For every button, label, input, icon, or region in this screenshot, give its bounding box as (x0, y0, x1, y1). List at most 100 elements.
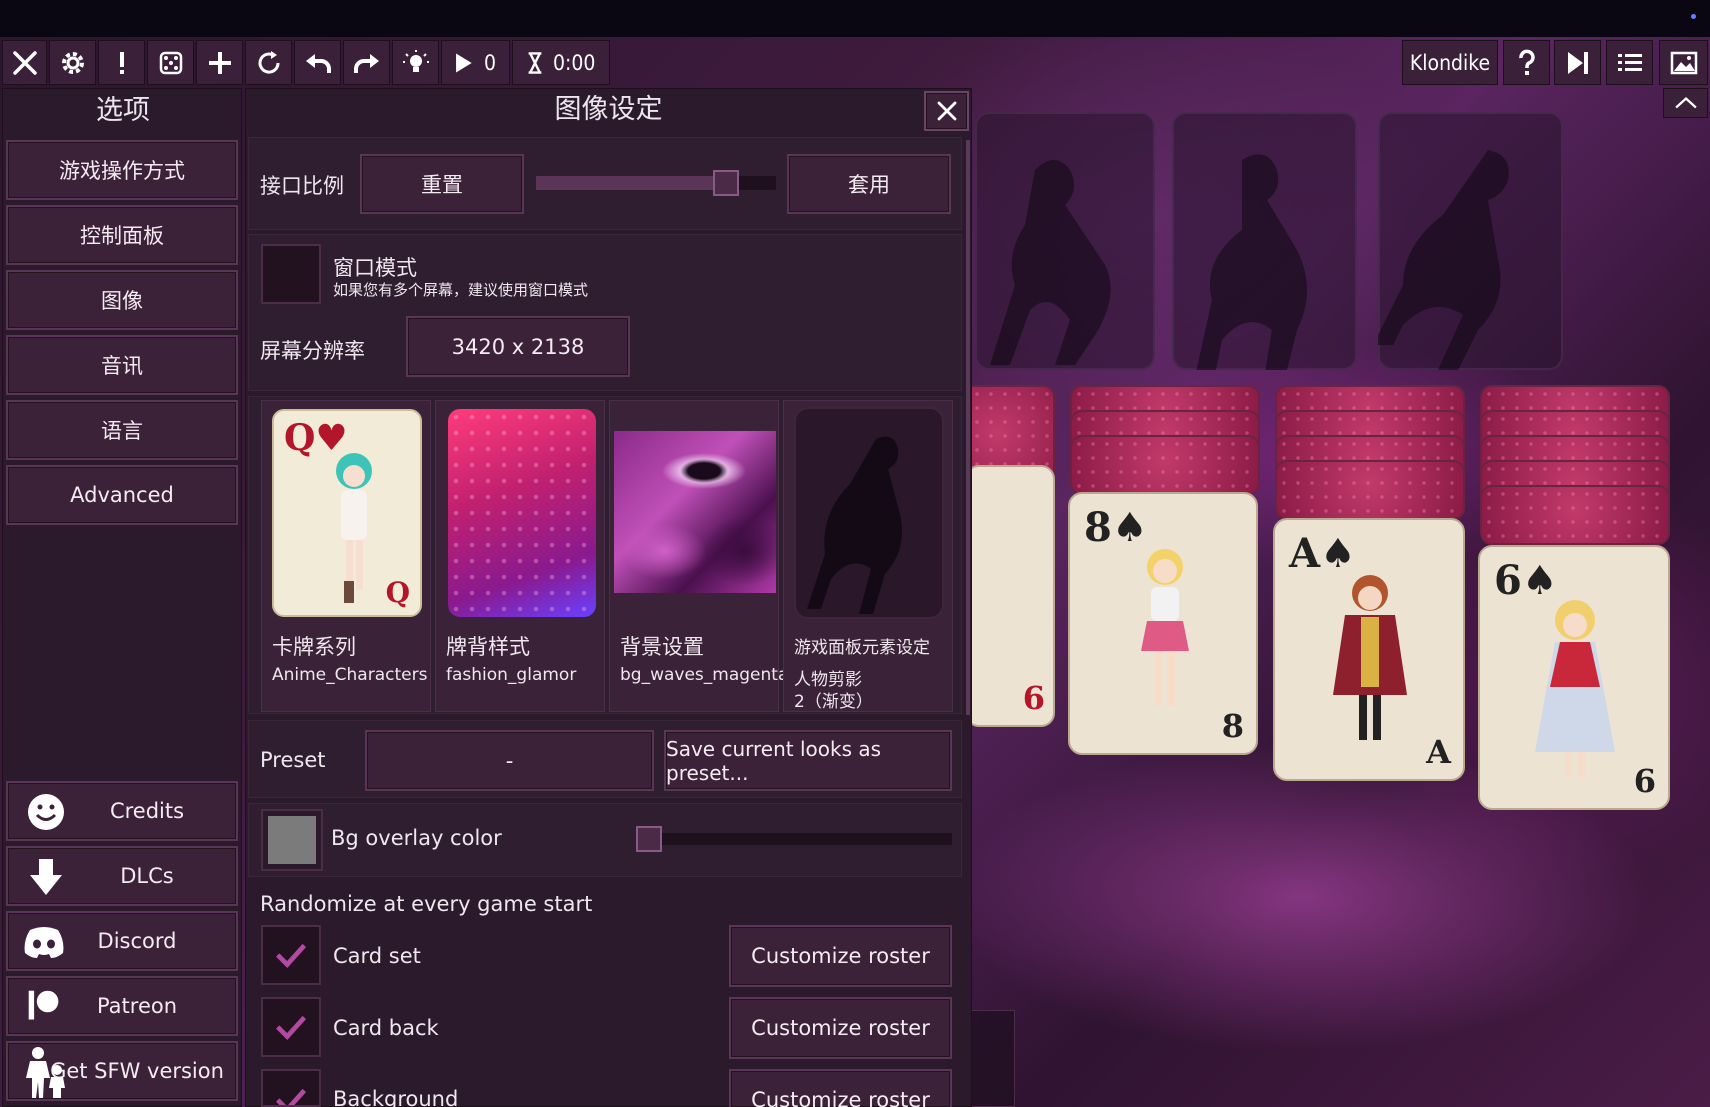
background-tile[interactable]: 背景设置 bg_waves_magenta (609, 400, 788, 712)
resolution-label: 屏幕分辨率 (260, 339, 365, 363)
dlcs-button[interactable]: DLCs (6, 846, 238, 906)
card-back (1070, 435, 1260, 495)
customize-roster-card-set-button[interactable]: Customize roster (729, 925, 952, 987)
preset-label: Preset (260, 748, 326, 772)
hourglass-icon (528, 51, 542, 74)
randomize-background-label: Background (333, 1087, 459, 1107)
screenshot-button[interactable] (1659, 40, 1708, 85)
customize-roster-background-button[interactable]: Customize roster (729, 1069, 952, 1107)
new-game-button[interactable] (196, 40, 243, 85)
save-preset-button[interactable]: Save current looks as preset... (664, 730, 952, 791)
sidebar-item-audio[interactable]: 音讯 (6, 335, 238, 395)
window-top-strip (0, 0, 1710, 37)
autocomplete-button[interactable] (1554, 40, 1601, 85)
playing-card[interactable]: A♠ A (1273, 518, 1465, 781)
hint-alert-button[interactable] (98, 40, 145, 85)
character-illustration-icon (336, 453, 372, 603)
apply-button[interactable]: 套用 (787, 154, 951, 214)
randomize-card-back-checkbox[interactable] (261, 997, 321, 1057)
close-panel-button[interactable] (924, 91, 969, 131)
card-rank-bottom: 8 (1221, 707, 1244, 745)
smiley-icon (28, 794, 64, 830)
get-sfw-version-button[interactable]: Get SFW version (6, 1041, 238, 1101)
discord-label: Discord (97, 929, 177, 953)
card-back-tile[interactable]: 牌背样式 fashion_glamor (435, 400, 605, 712)
move-count: 0 (484, 50, 497, 75)
card-rank-bottom: Q (385, 576, 410, 609)
plus-icon (208, 51, 231, 74)
game-selector-button[interactable]: Klondike (1402, 40, 1498, 85)
card-rank: 6 (1022, 679, 1045, 717)
question-icon (1518, 49, 1535, 75)
patreon-button[interactable]: Patreon (6, 976, 238, 1036)
card-set-tile[interactable]: Q♥ Q 卡牌系列 Anime_Characters (261, 400, 431, 712)
menu-button[interactable] (1606, 40, 1653, 85)
playing-card[interactable]: 6 (965, 465, 1055, 727)
randomize-card-set-label: Card set (333, 944, 421, 968)
close-game-button[interactable] (2, 40, 47, 85)
hint-button[interactable] (392, 40, 439, 85)
sidebar-item-language[interactable]: 语言 (6, 400, 238, 460)
customize-roster-card-back-button[interactable]: Customize roster (729, 997, 952, 1059)
bg-overlay-slider-handle[interactable] (636, 826, 662, 852)
ui-scale-slider-handle[interactable] (712, 170, 739, 196)
randomize-background-checkbox[interactable] (261, 1069, 321, 1107)
bg-overlay-slider[interactable] (636, 826, 952, 852)
card-set-title: 卡牌系列 (272, 635, 356, 659)
checkmark-icon (276, 943, 307, 968)
random-game-button[interactable] (147, 40, 194, 85)
restart-button[interactable] (245, 40, 292, 85)
sidebar-item-control-panel[interactable]: 控制面板 (6, 205, 238, 265)
settings-button[interactable] (49, 40, 96, 85)
sidebar-item-controls[interactable]: 游戏操作方式 (6, 140, 238, 200)
background-preview (614, 431, 776, 593)
status-dot (1691, 14, 1696, 19)
playing-card[interactable]: 6♠ 6 (1478, 545, 1670, 810)
reset-scale-button[interactable]: 重置 (360, 154, 524, 214)
resolution-dropdown[interactable]: 3420 x 2138 (406, 316, 630, 377)
credits-label: Credits (109, 799, 185, 823)
collapse-toolbar-button[interactable] (1663, 88, 1708, 118)
card-back-preview (448, 409, 596, 617)
redo-button[interactable] (343, 40, 390, 85)
board-elements-tile[interactable]: 游戏面板元素设定 人物剪影 2（渐变） (783, 400, 953, 712)
customize-roster-background-label: Customize roster (751, 1088, 930, 1107)
window-mode-label: 窗口模式 (333, 256, 417, 280)
background-title: 背景设置 (620, 635, 704, 659)
stock-area (965, 1010, 1015, 1107)
window-mode-checkbox[interactable] (261, 244, 321, 304)
credits-button[interactable]: Credits (6, 781, 238, 841)
sidebar-item-graphics[interactable]: 图像 (6, 270, 238, 330)
checkmark-icon (276, 1088, 307, 1105)
list-icon (1617, 53, 1642, 71)
bg-overlay-color-swatch[interactable] (261, 809, 323, 871)
card-back (1275, 460, 1465, 520)
card-rank-bottom: A (1426, 733, 1451, 771)
panel-scrollbar[interactable] (966, 140, 970, 715)
discord-button[interactable]: Discord (6, 911, 238, 971)
sidebar-item-advanced[interactable]: Advanced (6, 465, 238, 525)
ui-scale-label: 接口比例 (260, 174, 344, 198)
ui-scale-slider[interactable] (536, 170, 776, 196)
graphics-panel-title: 图像设定 (554, 94, 663, 125)
chevron-up-icon (1674, 96, 1697, 109)
character-illustration-icon (1333, 575, 1407, 740)
playing-card[interactable]: 8♠ 8 (1068, 492, 1258, 755)
restart-icon (258, 50, 280, 74)
character-illustration-icon (1535, 600, 1615, 777)
card-set-preview: Q♥ Q (272, 409, 422, 617)
undo-button[interactable] (294, 40, 341, 85)
help-button[interactable] (1503, 40, 1550, 85)
card-back-value: fashion_glamor (446, 665, 577, 685)
skip-forward-icon (1567, 51, 1588, 74)
dlcs-label: DLCs (120, 864, 174, 888)
timer: 0:00 (512, 40, 610, 85)
silhouette-icon (1196, 154, 1307, 370)
preset-dropdown[interactable]: - (365, 730, 654, 791)
window-mode-hint: 如果您有多个屏幕，建议使用窗口模式 (333, 281, 589, 299)
gear-icon (61, 51, 84, 74)
download-arrow-icon (30, 859, 62, 895)
redo-icon (353, 53, 379, 73)
character-illustration-icon (1141, 549, 1189, 706)
randomize-card-set-checkbox[interactable] (261, 925, 321, 985)
